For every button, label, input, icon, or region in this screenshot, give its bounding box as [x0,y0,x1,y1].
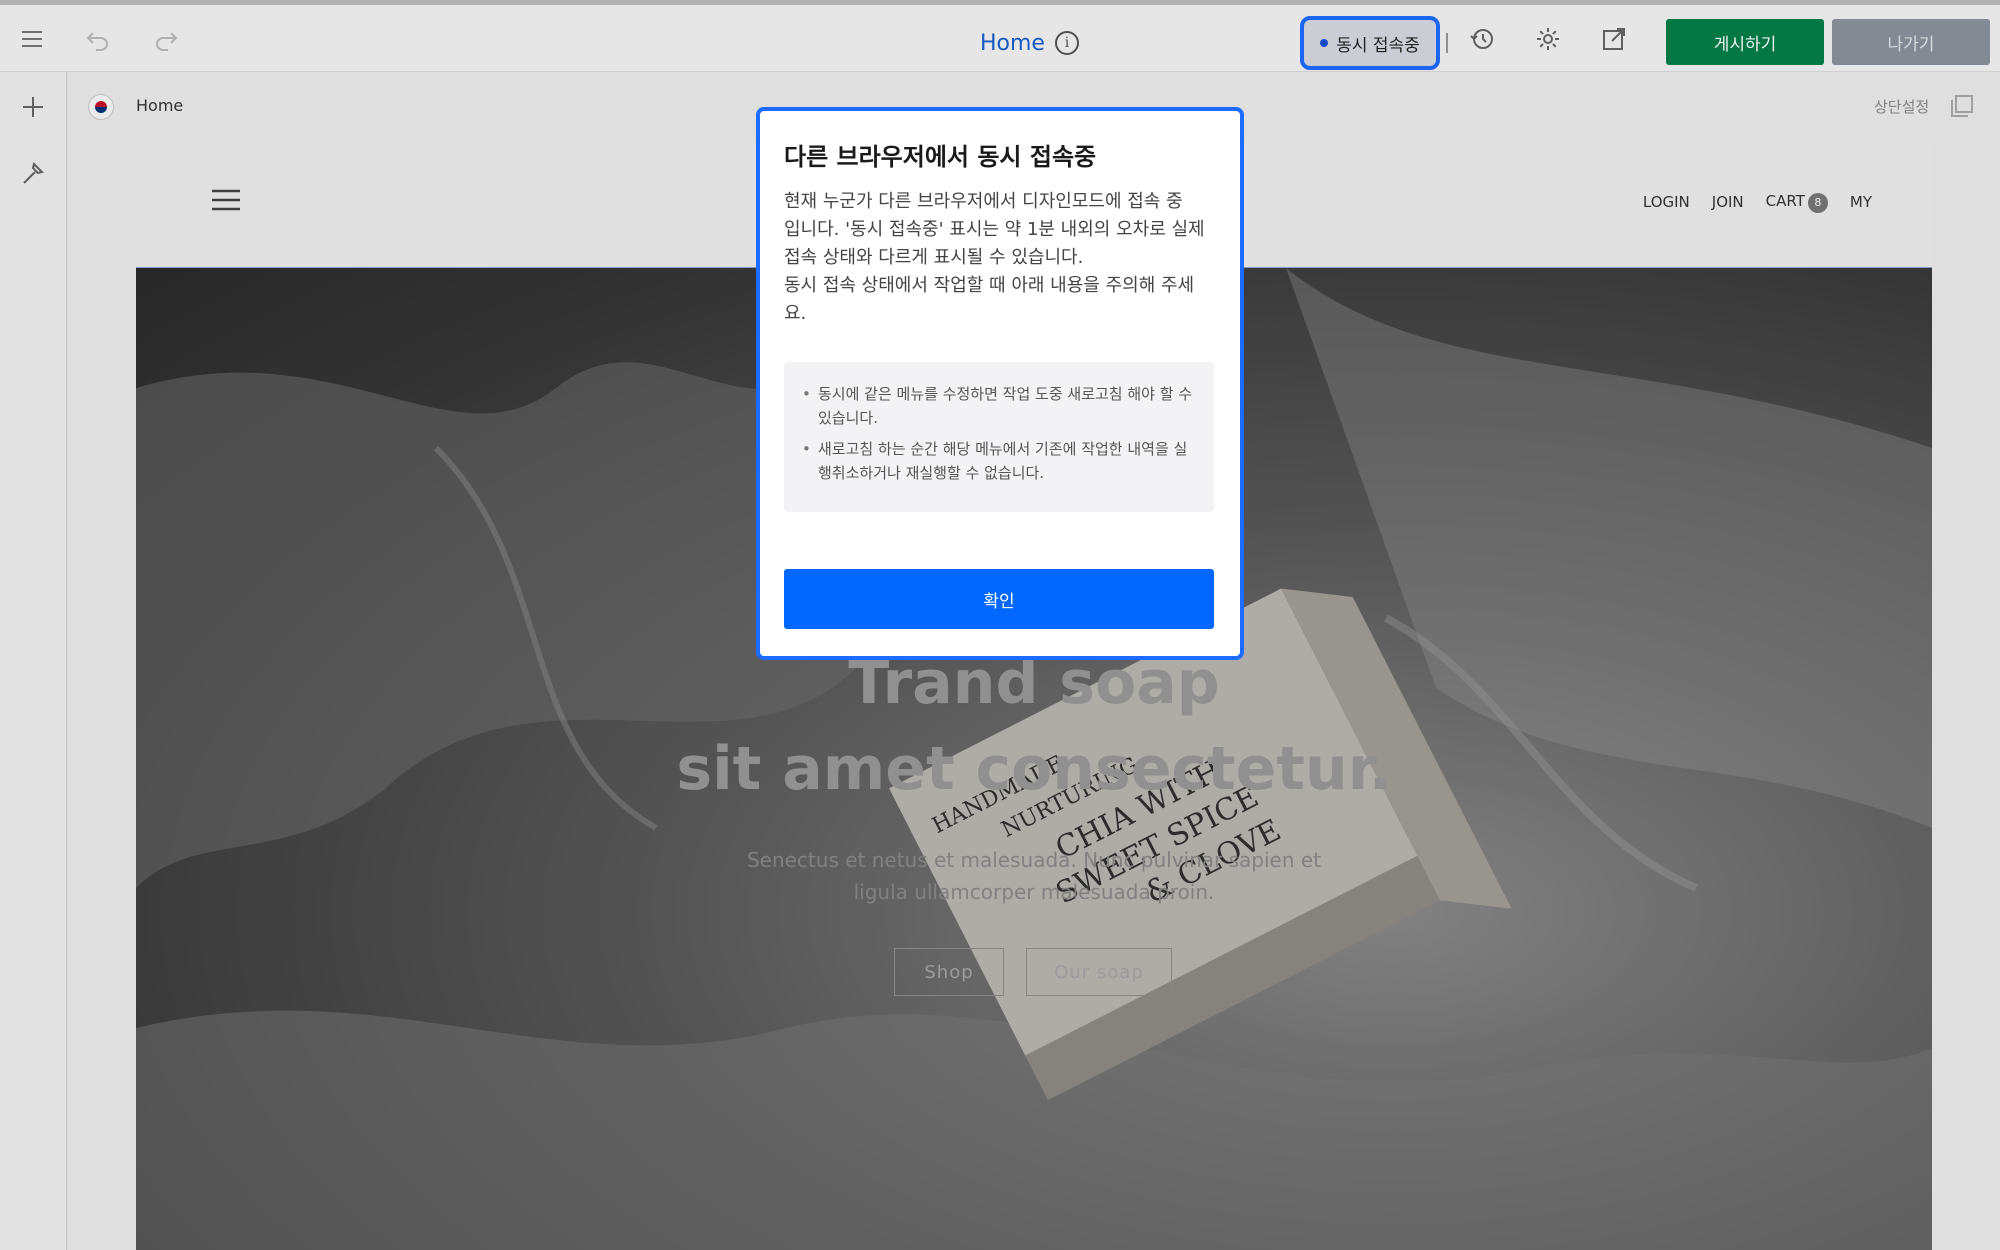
notice-box: 동시에 같은 메뉴를 수정하면 작업 도중 새로고침 해야 할 수 있습니다. … [784,362,1214,512]
hero-subtitle-line2: ligula ullamcorper malesuada proin. [853,880,1215,904]
dialog-message-line: 입니다. '동시 접속중' 표시는 약 1분 내외의 오차로 실제 [784,219,1205,240]
korea-flag-icon[interactable] [88,94,114,120]
external-link-icon[interactable] [1594,19,1634,59]
notice-item: 새로고침 하는 순간 해당 메뉴에서 기존에 작업한 내역을 실행취소하거나 재… [802,437,1198,485]
page-title[interactable]: Home i [980,25,1079,61]
hero-subtitle-line1: Senectus et netus et malesuada. Nunc pul… [746,848,1322,872]
nav-login[interactable]: LOGIN [1643,193,1690,211]
status-dot-icon [1320,39,1329,47]
page-title-text: Home [980,30,1045,56]
dialog-message-line: 접속 상태와 다르게 표시될 수 있습니다. [784,247,1084,268]
concurrent-access-badge[interactable]: 동시 접속중 [1300,16,1440,70]
shop-button[interactable]: Shop [894,948,1004,996]
cart-count-badge: 8 [1807,192,1828,213]
confirm-button[interactable]: 확인 [784,569,1214,629]
dialog-message-line: 요. [784,303,807,324]
redo-icon[interactable] [146,19,186,59]
site-nav: LOGIN JOIN CART 8 MY [1643,192,1872,213]
menu-icon[interactable] [12,19,52,59]
concurrent-access-dialog: 다른 브라우저에서 동시 접속중 현재 누군가 다른 브라우저에서 디자인모드에… [756,107,1244,660]
left-rail [0,72,67,1250]
nav-cart[interactable]: CART 8 [1766,192,1828,213]
dialog-message-line: 동시 접속 상태에서 작업할 때 아래 내용을 주의해 주세 [784,275,1195,296]
nav-join[interactable]: JOIN [1712,193,1744,211]
exit-button[interactable]: 나가기 [1832,19,1990,65]
our-soap-button[interactable]: Our soap [1026,948,1172,996]
gear-icon[interactable] [1528,19,1568,59]
dialog-title: 다른 브라우저에서 동시 접속중 [784,143,1097,171]
top-toolbar: Home i 동시 접속중 게시하기 나가기 [0,0,2000,72]
add-icon[interactable] [12,86,54,128]
copy-icon[interactable] [1948,92,1976,120]
page-name[interactable]: Home [136,96,183,115]
undo-icon[interactable] [78,19,118,59]
dialog-message-line: 현재 누군가 다른 브라우저에서 디자인모드에 접속 중 [784,191,1183,212]
header-settings-link[interactable]: 상단설정 [1874,96,1929,117]
hero-title-line2: sit amet consectetur. [676,734,1392,804]
divider [1446,33,1448,53]
nav-my[interactable]: MY [1850,193,1872,211]
site-menu-icon[interactable] [212,188,240,212]
dialog-message: 현재 누군가 다른 브라우저에서 디자인모드에 접속 중 입니다. '동시 접속… [784,188,1216,328]
info-icon[interactable]: i [1054,31,1079,55]
notice-item: 동시에 같은 메뉴를 수정하면 작업 도중 새로고침 해야 할 수 있습니다. [802,382,1198,430]
magic-wand-icon[interactable] [12,152,54,194]
nav-cart-label: CART [1765,192,1805,210]
history-icon[interactable] [1462,19,1502,59]
publish-button[interactable]: 게시하기 [1666,19,1824,65]
concurrent-badge-label: 동시 접속중 [1336,35,1420,56]
